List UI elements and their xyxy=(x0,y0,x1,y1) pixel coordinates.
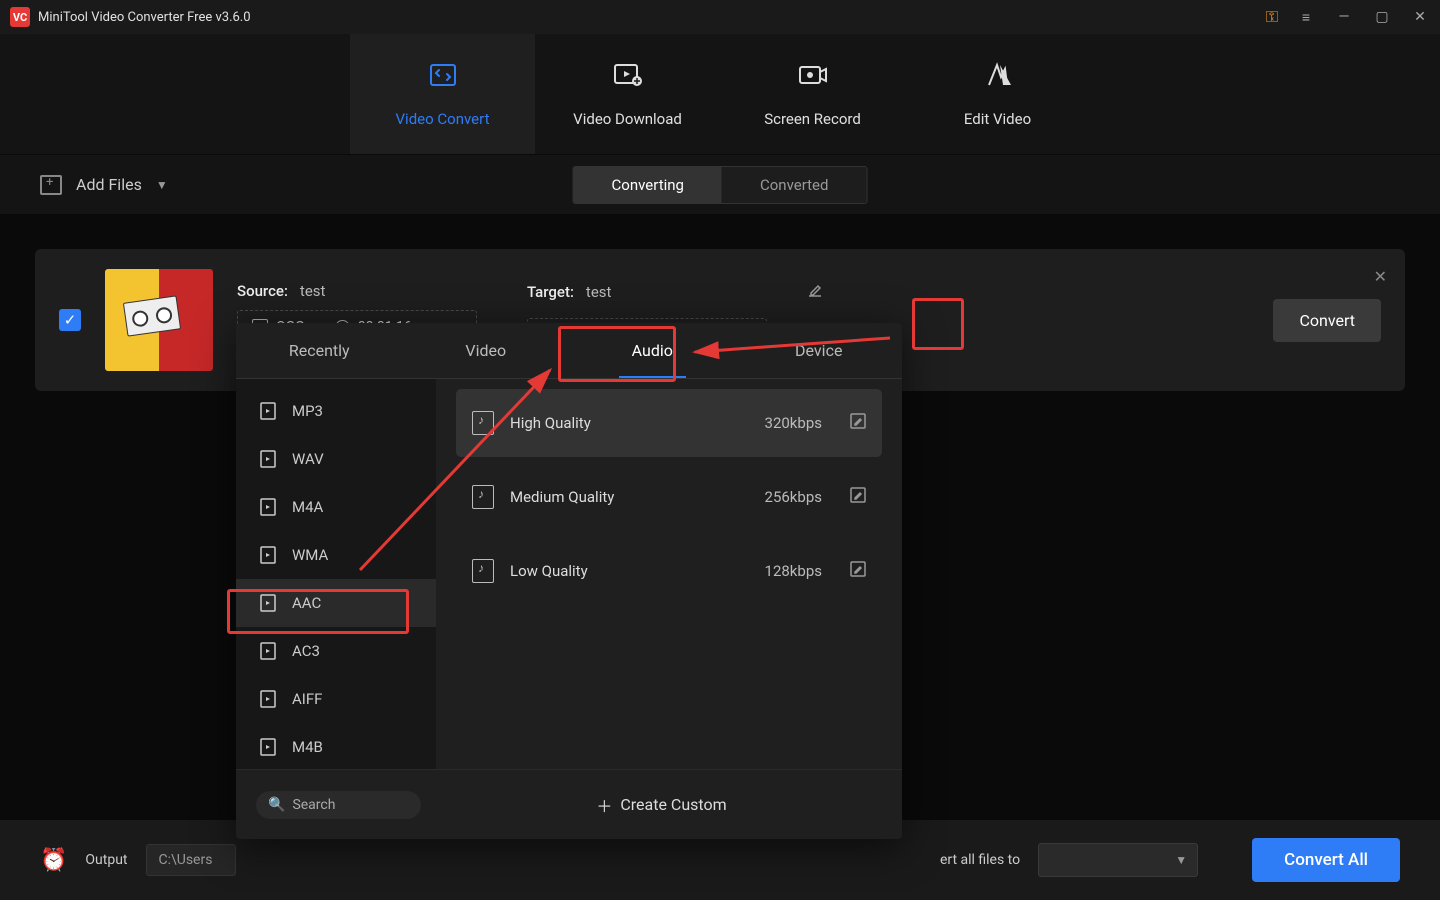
format-item-wav[interactable]: WAV xyxy=(236,435,436,483)
tab-screen-record[interactable]: Screen Record xyxy=(720,34,905,154)
tab-screen-record-label: Screen Record xyxy=(764,110,861,128)
format-sidebar[interactable]: MP3WAVM4AWMAAACAC3AIFFM4B xyxy=(236,379,436,769)
output-label: Output xyxy=(85,852,127,868)
add-files-button[interactable]: Add Files ▼ xyxy=(40,175,168,195)
create-custom-button[interactable]: ＋ Create Custom xyxy=(441,793,882,817)
menu-icon[interactable]: ≡ xyxy=(1296,9,1316,26)
app-icon: VC xyxy=(10,7,30,27)
add-files-label: Add Files xyxy=(76,175,142,194)
target-format-select[interactable]: ▼ xyxy=(1038,843,1198,877)
convert-segment: Converting Converted xyxy=(573,166,868,204)
audio-format-icon xyxy=(258,545,278,565)
chevron-down-icon: ▼ xyxy=(1175,853,1187,867)
dropdown-tab-recently[interactable]: Recently xyxy=(236,323,403,378)
file-checkbox[interactable]: ✓ xyxy=(59,309,81,331)
quality-item[interactable]: Low Quality128kbps xyxy=(456,537,882,605)
audio-format-icon xyxy=(258,737,278,757)
edit-target-icon[interactable] xyxy=(807,282,823,302)
audio-format-icon xyxy=(258,401,278,421)
remove-file-button[interactable]: ✕ xyxy=(1374,267,1387,286)
audio-file-icon xyxy=(472,411,494,435)
convert-icon xyxy=(426,61,460,96)
edit-video-icon xyxy=(981,61,1015,96)
quality-item[interactable]: Medium Quality256kbps xyxy=(456,463,882,531)
minimize-icon[interactable]: — xyxy=(1334,9,1354,25)
file-thumbnail xyxy=(105,269,213,371)
source-name: test xyxy=(300,282,326,300)
download-icon xyxy=(611,61,645,96)
edit-quality-icon[interactable] xyxy=(850,487,866,507)
tab-edit-video-label: Edit Video xyxy=(964,110,1031,128)
tab-video-download-label: Video Download xyxy=(573,110,682,128)
format-dropdown: Recently Video Audio Device MP3WAVM4AWMA… xyxy=(236,323,902,839)
output-path-field[interactable]: C:\Users xyxy=(146,844,236,876)
dropdown-tab-audio[interactable]: Audio xyxy=(569,323,736,378)
maximize-icon[interactable]: ▢ xyxy=(1372,9,1392,25)
source-label: Source: xyxy=(237,282,288,300)
format-search-input[interactable]: 🔍 Search xyxy=(256,791,421,819)
audio-format-icon xyxy=(258,497,278,517)
format-item-m4a[interactable]: M4A xyxy=(236,483,436,531)
audio-format-icon xyxy=(258,641,278,661)
tab-video-convert-label: Video Convert xyxy=(396,110,490,128)
format-item-wma[interactable]: WMA xyxy=(236,531,436,579)
search-icon: 🔍 xyxy=(268,797,285,813)
edit-quality-icon[interactable] xyxy=(850,413,866,433)
tab-converting[interactable]: Converting xyxy=(574,167,722,203)
quality-list: High Quality320kbpsMedium Quality256kbps… xyxy=(436,379,902,769)
target-name: test xyxy=(586,283,612,301)
tab-video-download[interactable]: Video Download xyxy=(535,34,720,154)
schedule-icon[interactable]: ⏰ xyxy=(40,848,67,873)
target-label: Target: xyxy=(527,283,574,301)
convert-button[interactable]: Convert xyxy=(1273,299,1381,342)
close-icon[interactable]: ✕ xyxy=(1410,9,1430,25)
record-icon xyxy=(796,61,830,96)
create-custom-label: Create Custom xyxy=(620,795,726,814)
tab-converted[interactable]: Converted xyxy=(722,167,867,203)
format-item-mp3[interactable]: MP3 xyxy=(236,387,436,435)
chevron-down-icon: ▼ xyxy=(156,178,168,192)
titlebar: VC MiniTool Video Converter Free v3.6.0 … xyxy=(0,0,1440,34)
format-item-aac[interactable]: AAC xyxy=(236,579,436,627)
audio-file-icon xyxy=(472,485,494,509)
tab-video-convert[interactable]: Video Convert xyxy=(350,34,535,154)
dropdown-tab-device[interactable]: Device xyxy=(736,323,903,378)
main-nav: Video Convert Video Download Screen Reco… xyxy=(0,34,1440,154)
plus-icon: ＋ xyxy=(596,793,612,817)
dropdown-tab-video[interactable]: Video xyxy=(403,323,570,378)
add-files-icon xyxy=(40,175,62,195)
quality-item[interactable]: High Quality320kbps xyxy=(456,389,882,457)
search-placeholder: Search xyxy=(292,797,335,813)
tab-edit-video[interactable]: Edit Video xyxy=(905,34,1090,154)
audio-format-icon xyxy=(258,449,278,469)
convert-all-files-label: ert all files to xyxy=(940,852,1020,868)
audio-format-icon xyxy=(258,593,278,613)
format-item-m4b[interactable]: M4B xyxy=(236,723,436,769)
format-item-aiff[interactable]: AIFF xyxy=(236,675,436,723)
convert-all-button[interactable]: Convert All xyxy=(1252,838,1400,882)
format-item-ac3[interactable]: AC3 xyxy=(236,627,436,675)
toolbar: Add Files ▼ Converting Converted xyxy=(0,154,1440,214)
edit-quality-icon[interactable] xyxy=(850,561,866,581)
app-title: MiniTool Video Converter Free v3.6.0 xyxy=(38,10,251,25)
key-icon[interactable]: ⚿ xyxy=(1266,7,1278,27)
audio-format-icon xyxy=(258,689,278,709)
audio-file-icon xyxy=(472,559,494,583)
